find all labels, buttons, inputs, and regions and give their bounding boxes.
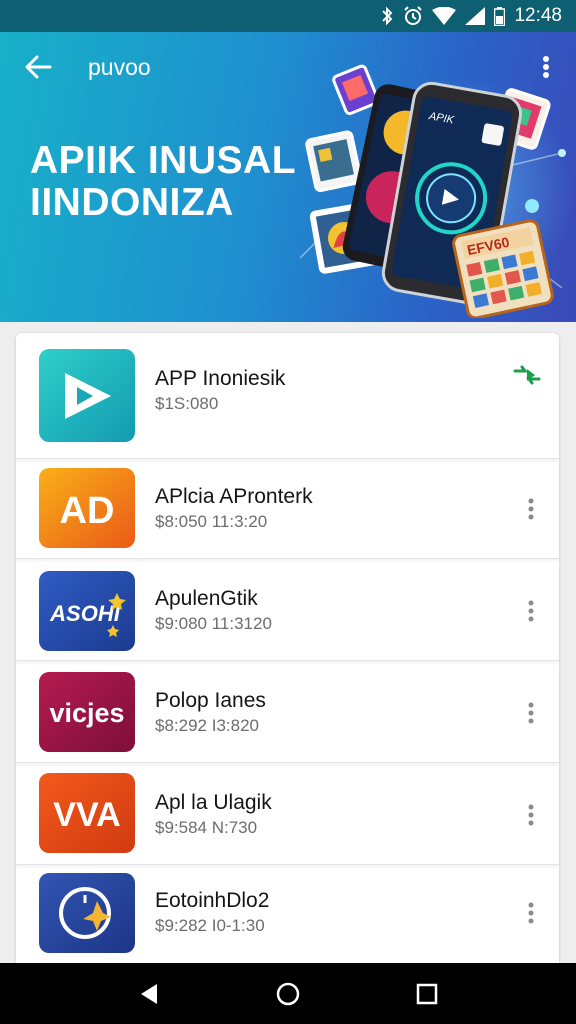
app-meta: $9:080 11:3120: [155, 614, 272, 633]
hero-title: APIIK INUSAL IINDONIZA: [30, 140, 296, 224]
hero-title-line2: IINDONIZA: [30, 181, 234, 224]
home-circle-icon: [276, 982, 300, 1005]
swap-arrows-icon[interactable]: [513, 365, 541, 385]
more-vertical-icon[interactable]: [521, 597, 541, 625]
battery-icon: [494, 6, 506, 26]
app-name: Polop Ianes: [155, 689, 266, 712]
status-bar: 12:48: [0, 0, 576, 32]
nav-recents-button[interactable]: [407, 974, 447, 1014]
hero-banner[interactable]: puvoo APIIK INUSAL IINDONIZA APIK EFV60: [0, 32, 576, 322]
app-meta: $8:050 11:3:20: [155, 512, 268, 531]
compass-icon[interactable]: [39, 873, 135, 953]
play-icon[interactable]: [39, 349, 135, 442]
list-item[interactable]: APP Inoniesik $1S:080: [16, 333, 559, 459]
nav-home-button[interactable]: [268, 974, 308, 1014]
alarm-icon: [404, 6, 423, 25]
app-meta: $1S:080: [155, 394, 219, 413]
arrow-left-icon: [25, 55, 52, 79]
list-item[interactable]: vicjes Polop Ianes $8:292 I3:820: [16, 663, 559, 763]
calculator-card: EFV60: [452, 219, 554, 318]
flying-card-top: [332, 64, 380, 116]
more-vertical-icon[interactable]: [521, 899, 541, 927]
app-name: APlcia APronterk: [155, 485, 313, 508]
list-item[interactable]: ASOHI ApulenGtik $9:080 11:3120: [16, 561, 559, 661]
status-time: 12:48: [514, 5, 562, 26]
system-nav-bar: [0, 963, 576, 1024]
asohi-logo-icon[interactable]: ASOHI: [39, 571, 135, 651]
icon-text: vicjes: [49, 698, 124, 728]
app-list: APP Inoniesik $1S:080 AD APlcia APronter…: [16, 333, 559, 973]
more-vertical-icon[interactable]: [521, 801, 541, 829]
back-triangle-icon: [141, 983, 158, 1004]
flying-card-left: [305, 130, 363, 193]
nav-back-button[interactable]: [129, 974, 169, 1014]
app-name: EotoinhDlo2: [155, 889, 270, 912]
bluetooth-icon: [382, 6, 393, 26]
vicjes-logo-icon[interactable]: vicjes: [39, 672, 135, 752]
hero-title-line1: APIIK INUSAL: [30, 139, 297, 182]
icon-text: VVA: [53, 796, 120, 834]
list-item[interactable]: EotoinhDlo2 $9:282 I0-1:30: [16, 867, 559, 967]
back-button[interactable]: [22, 50, 56, 84]
ad-logo-icon[interactable]: AD: [39, 468, 135, 548]
app-name: ApulenGtik: [155, 587, 258, 610]
wa-logo-icon[interactable]: VVA: [39, 773, 135, 853]
icon-text: ASOHI: [49, 601, 121, 626]
phones-illustration: APIK EFV60: [300, 64, 566, 318]
more-vertical-icon[interactable]: [521, 495, 541, 523]
more-vertical-icon[interactable]: [521, 699, 541, 727]
app-meta: $9:584 N:730: [155, 818, 258, 837]
app-bar-title: puvoo: [88, 54, 151, 80]
recents-square-icon: [416, 983, 437, 1004]
icon-text: AD: [60, 490, 115, 532]
app-name: Apl la Ulagik: [155, 791, 272, 814]
list-item[interactable]: AD APlcia APronterk $8:050 11:3:20: [16, 459, 559, 559]
app-meta: $9:282 I0-1:30: [155, 916, 265, 935]
wifi-icon: [432, 7, 457, 25]
app-name: APP Inoniesik: [155, 367, 286, 390]
signal-icon: [465, 7, 486, 25]
app-meta: $8:292 I3:820: [155, 716, 259, 735]
list-item[interactable]: VVA Apl la Ulagik $9:584 N:730: [16, 765, 559, 865]
